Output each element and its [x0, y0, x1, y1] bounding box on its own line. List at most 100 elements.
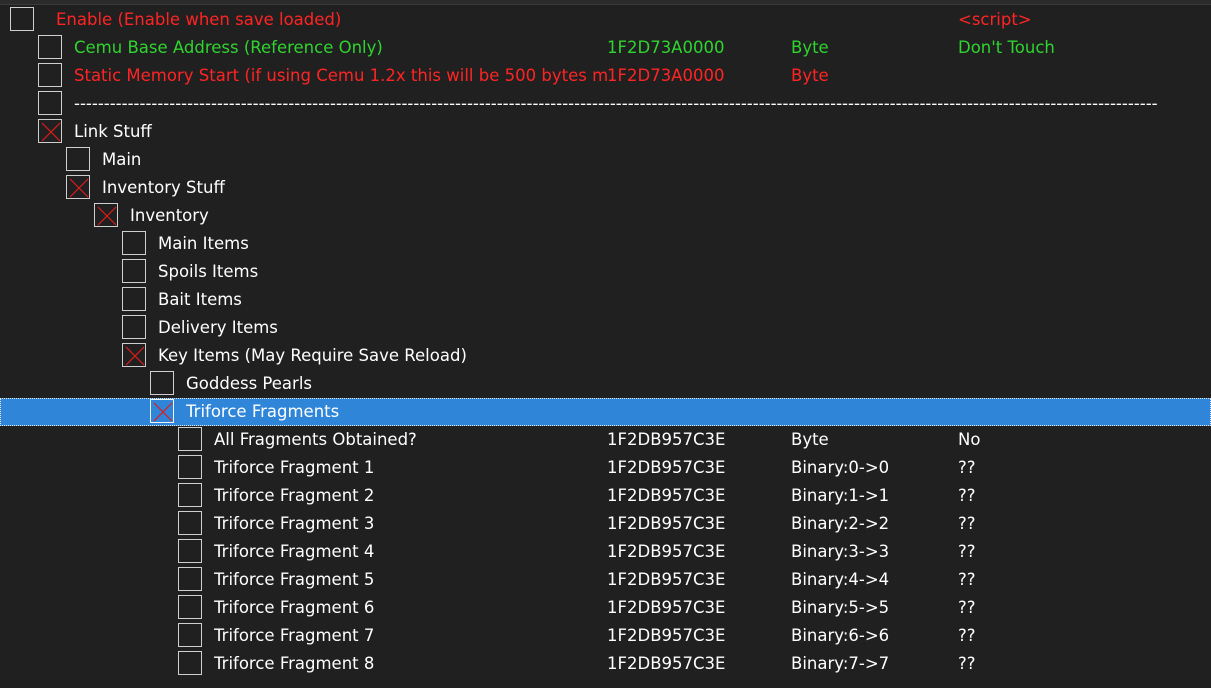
active-checkbox[interactable] [38, 63, 62, 87]
address-cell: 1F2DB957C3E [607, 486, 726, 505]
active-checkbox[interactable] [94, 203, 118, 227]
value-cell: ?? [958, 570, 976, 589]
address-cell: 1F2DB957C3E [607, 654, 726, 673]
active-checkbox[interactable] [38, 35, 62, 59]
active-checkbox[interactable] [178, 427, 202, 451]
table-row[interactable]: Delivery Items [0, 314, 1211, 342]
address-cell: 1F2DB957C3E [607, 514, 726, 533]
active-checkbox[interactable] [178, 483, 202, 507]
active-cross-icon [69, 178, 89, 198]
table-row[interactable]: Triforce Fragment 2 1F2DB957C3E Binary:1->… [0, 482, 1211, 510]
table-row[interactable]: ----------------------------------------… [0, 90, 1211, 118]
description-cell: Triforce Fragment 7 [214, 626, 375, 645]
description-cell: Main Items [158, 234, 249, 253]
description-cell: Key Items (May Require Save Reload) [158, 346, 467, 365]
table-row[interactable]: Bait Items [0, 286, 1211, 314]
description-cell: Triforce Fragments [186, 402, 340, 421]
active-checkbox[interactable] [178, 567, 202, 591]
description-cell: Spoils Items [158, 262, 259, 281]
description-cell: Triforce Fragment 3 [214, 514, 375, 533]
value-cell: ?? [958, 514, 976, 533]
table-row[interactable]: Triforce Fragment 3 1F2DB957C3E Binary:2->… [0, 510, 1211, 538]
type-cell: Binary:1->1 [791, 486, 890, 505]
value-cell: ?? [958, 486, 976, 505]
table-row[interactable]: Triforce Fragments [0, 398, 1211, 426]
description-cell: Triforce Fragment 2 [214, 486, 375, 505]
description-cell: Static Memory Start (if using Cemu 1.2x … [74, 66, 607, 85]
table-row[interactable]: Main Items [0, 230, 1211, 258]
table-row[interactable]: Goddess Pearls [0, 370, 1211, 398]
description-cell: Bait Items [158, 290, 242, 309]
table-row[interactable]: All Fragments Obtained? 1F2DB957C3E Byte No [0, 426, 1211, 454]
table-row[interactable]: Cemu Base Address (Reference Only) 1F2D73… [0, 34, 1211, 62]
type-cell: Binary:2->2 [791, 514, 890, 533]
active-checkbox[interactable] [66, 147, 90, 171]
value-cell: Don't Touch [958, 38, 1055, 57]
active-checkbox[interactable] [150, 371, 174, 395]
active-checkbox[interactable] [178, 651, 202, 675]
active-checkbox[interactable] [10, 7, 34, 31]
table-row[interactable]: Triforce Fragment 1 1F2DB957C3E Binary:0->… [0, 454, 1211, 482]
description-cell: Triforce Fragment 5 [214, 570, 375, 589]
address-cell: 1F2DB957C3E [607, 598, 726, 617]
table-row[interactable]: Enable (Enable when save loaded) <script> [0, 6, 1211, 34]
table-row[interactable]: Triforce Fragment 7 1F2DB957C3E Binary:6->… [0, 622, 1211, 650]
table-row[interactable]: Inventory [0, 202, 1211, 230]
description-cell: Link Stuff [74, 122, 152, 141]
table-row[interactable]: Key Items (May Require Save Reload) [0, 342, 1211, 370]
active-checkbox[interactable] [122, 231, 146, 255]
address-cell: 1F2DB957C3E [607, 570, 726, 589]
type-cell: Binary:0->0 [791, 458, 890, 477]
column-header-strip [0, 0, 1211, 5]
description-cell: Main [102, 150, 142, 169]
active-checkbox[interactable] [178, 511, 202, 535]
type-cell: Binary:6->6 [791, 626, 890, 645]
type-cell: Binary:3->3 [791, 542, 890, 561]
active-checkbox[interactable] [122, 343, 146, 367]
description-cell: Inventory Stuff [102, 178, 225, 197]
table-row[interactable]: Triforce Fragment 4 1F2DB957C3E Binary:3->… [0, 538, 1211, 566]
description-cell: Triforce Fragment 8 [214, 654, 375, 673]
active-checkbox[interactable] [178, 455, 202, 479]
table-row[interactable]: Spoils Items [0, 258, 1211, 286]
address-cell: 1F2DB957C3E [607, 542, 726, 561]
active-cross-icon [153, 402, 173, 422]
table-row[interactable]: Static Memory Start (if using Cemu 1.2x … [0, 62, 1211, 90]
active-checkbox[interactable] [150, 399, 174, 423]
table-row[interactable]: Link Stuff [0, 118, 1211, 146]
active-checkbox[interactable] [66, 175, 90, 199]
active-checkbox[interactable] [122, 259, 146, 283]
table-row[interactable]: Inventory Stuff [0, 174, 1211, 202]
table-row[interactable]: Triforce Fragment 6 1F2DB957C3E Binary:5->… [0, 594, 1211, 622]
active-checkbox[interactable] [38, 119, 62, 143]
address-cell: 1F2DB957C3E [607, 626, 726, 645]
address-cell: 1F2D73A0000 [607, 66, 725, 85]
active-checkbox[interactable] [122, 287, 146, 311]
value-cell: No [958, 430, 981, 449]
active-checkbox[interactable] [178, 539, 202, 563]
value-cell: ?? [958, 654, 976, 673]
description-cell: All Fragments Obtained? [214, 430, 417, 449]
value-cell: ?? [958, 542, 976, 561]
type-cell: Byte [791, 66, 829, 85]
address-cell: 1F2D73A0000 [607, 38, 725, 57]
active-checkbox[interactable] [38, 91, 62, 115]
active-checkbox[interactable] [178, 595, 202, 619]
description-cell: Goddess Pearls [186, 374, 313, 393]
value-cell: ?? [958, 626, 976, 645]
type-cell: Binary:7->7 [791, 654, 890, 673]
table-row[interactable]: Triforce Fragment 5 1F2DB957C3E Binary:4->… [0, 566, 1211, 594]
active-cross-icon [41, 122, 61, 142]
value-cell: ?? [958, 458, 976, 477]
description-cell: Delivery Items [158, 318, 278, 337]
description-cell: Cemu Base Address (Reference Only) [74, 38, 383, 57]
active-checkbox[interactable] [122, 315, 146, 339]
table-row[interactable]: Triforce Fragment 8 1F2DB957C3E Binary:7->… [0, 650, 1211, 678]
address-cell: 1F2DB957C3E [607, 458, 726, 477]
description-cell: ----------------------------------------… [74, 94, 1158, 113]
type-cell: Binary:4->4 [791, 570, 890, 589]
table-row[interactable]: Main [0, 146, 1211, 174]
value-cell: <script> [958, 10, 1032, 29]
active-cross-icon [125, 346, 145, 366]
active-checkbox[interactable] [178, 623, 202, 647]
